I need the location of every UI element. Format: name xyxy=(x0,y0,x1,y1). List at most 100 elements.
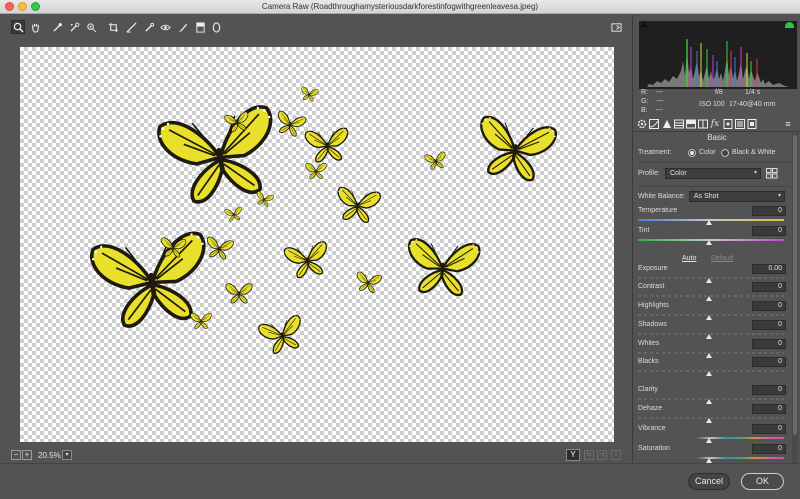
treatment-label: Treatment: xyxy=(638,149,672,156)
basic-tab-icon[interactable] xyxy=(637,119,647,129)
adjustment-brush-tool-icon[interactable] xyxy=(175,20,189,34)
image-preview[interactable] xyxy=(20,47,614,442)
profile-browser-icon[interactable] xyxy=(766,168,778,179)
snapshots-tab-icon[interactable] xyxy=(747,119,757,129)
butterfly-image xyxy=(159,236,187,261)
lens-corrections-tab-icon[interactable] xyxy=(698,119,708,129)
graduated-filter-tool-icon[interactable] xyxy=(193,20,207,34)
panel-tabs: fx ≡ xyxy=(633,116,800,132)
zoom-in-button[interactable]: + xyxy=(22,450,32,460)
camera-raw-window: Camera Raw (Roadthroughamysteriousdarkfo… xyxy=(0,0,800,499)
lens-value: 17-40@40 mm xyxy=(729,101,776,108)
divider xyxy=(638,186,796,187)
color-sampler-tool-icon[interactable] xyxy=(67,20,81,34)
butterfly-image xyxy=(190,312,212,332)
slider-value-exposure[interactable]: 0.00 xyxy=(752,264,786,274)
slider-thumb-vibrance[interactable] xyxy=(706,438,712,443)
profile-label: Profile: xyxy=(638,170,660,177)
zoom-tool-icon[interactable] xyxy=(11,20,25,34)
slider-thumb-exposure[interactable] xyxy=(706,278,712,283)
straighten-tool-icon[interactable] xyxy=(124,20,138,34)
panel-scrollbar[interactable] xyxy=(792,133,798,463)
green-readout: G: --- xyxy=(641,98,664,105)
butterfly-image xyxy=(224,206,245,225)
butterfly-image xyxy=(303,125,351,167)
slider-label-exposure: Exposure xyxy=(638,265,668,272)
treatment-bw-label: Black & White xyxy=(732,149,776,156)
auto-link[interactable]: Auto xyxy=(682,255,696,262)
presets-tab-icon[interactable] xyxy=(735,119,745,129)
panel-scrollbar-thumb[interactable] xyxy=(793,135,797,435)
targeted-adjustment-tool-icon[interactable] xyxy=(84,20,98,34)
slider-thumb-whites[interactable] xyxy=(706,353,712,358)
detail-tab-icon[interactable] xyxy=(662,119,672,129)
white-balance-select[interactable]: As Shot ▾ xyxy=(689,191,785,202)
butterfly-image xyxy=(402,234,482,302)
slider-value-whites[interactable]: 0 xyxy=(752,339,786,349)
slider-value-dehaze[interactable]: 0 xyxy=(752,404,786,414)
fullscreen-toggle-icon[interactable] xyxy=(609,20,623,34)
panel-menu-icon[interactable]: ≡ xyxy=(783,119,793,129)
tone-curve-tab-icon[interactable] xyxy=(649,119,659,129)
divider xyxy=(638,162,796,163)
slider-thumb-shadows[interactable] xyxy=(706,334,712,339)
shutter-value: 1/4 s xyxy=(745,89,761,96)
slider-value-highlights[interactable]: 0 xyxy=(752,301,786,311)
slider-value-saturation[interactable]: 0 xyxy=(752,444,786,454)
butterfly-image xyxy=(282,238,333,283)
slider-thumb-temperature[interactable] xyxy=(706,220,712,225)
treatment-color-radio[interactable] xyxy=(688,149,696,157)
slider-value-clarity[interactable]: 0 xyxy=(752,385,786,395)
red-readout: R: --- xyxy=(641,89,663,96)
slider-thumb-tint[interactable] xyxy=(706,240,712,245)
white-balance-tool-icon[interactable] xyxy=(50,20,64,34)
spot-removal-tool-icon[interactable] xyxy=(142,20,156,34)
slider-value-contrast[interactable]: 0 xyxy=(752,282,786,292)
butterfly-image xyxy=(333,184,383,228)
butterfly-image xyxy=(253,190,275,210)
split-toning-tab-icon[interactable] xyxy=(686,119,696,129)
swap-before-after-icon[interactable]: ⇆ xyxy=(584,450,594,460)
slider-label-saturation: Saturation xyxy=(638,445,670,452)
radial-filter-tool-icon[interactable] xyxy=(209,20,223,34)
slider-thumb-dehaze[interactable] xyxy=(706,418,712,423)
blue-readout: B: --- xyxy=(641,107,663,114)
preview-area xyxy=(0,40,632,448)
default-link[interactable]: Default xyxy=(711,255,733,262)
butterfly-image xyxy=(256,312,309,360)
slider-value-vibrance[interactable]: 0 xyxy=(752,424,786,434)
slider-value-temperature[interactable]: 0 xyxy=(752,206,786,216)
slider-thumb-contrast[interactable] xyxy=(706,296,712,301)
white-balance-label: White Balance: xyxy=(638,193,686,200)
cancel-button[interactable]: Cancel xyxy=(688,473,730,490)
effects-tab-icon[interactable]: fx xyxy=(710,119,720,129)
red-eye-tool-icon[interactable] xyxy=(158,20,172,34)
tool-bar xyxy=(0,15,632,40)
calibration-tab-icon[interactable] xyxy=(723,119,733,129)
hand-tool-icon[interactable] xyxy=(28,20,42,34)
treatment-bw-radio[interactable] xyxy=(721,149,729,157)
slider-thumb-blacks[interactable] xyxy=(706,371,712,376)
slider-label-dehaze: Dehaze xyxy=(638,405,663,412)
slider-value-blacks[interactable]: 0 xyxy=(752,357,786,367)
histogram xyxy=(639,21,797,89)
toggle-settings-icon[interactable]: ≡ xyxy=(611,450,621,460)
ok-button[interactable]: OK xyxy=(741,473,784,490)
crop-tool-icon[interactable] xyxy=(106,20,120,34)
slider-label-blacks: Blacks xyxy=(638,358,659,365)
dialog-footer: Cancel OK xyxy=(0,463,800,499)
iso-value: ISO 100 xyxy=(699,101,725,108)
copy-settings-icon[interactable]: ⇉ xyxy=(597,450,607,460)
slider-value-shadows[interactable]: 0 xyxy=(752,320,786,330)
status-bar: − + 20.5% ▾ Y ⇆ ⇉ ≡ xyxy=(0,448,632,463)
before-after-view-button[interactable]: Y xyxy=(566,449,580,461)
zoom-dropdown-icon[interactable]: ▾ xyxy=(62,450,72,460)
slider-thumb-clarity[interactable] xyxy=(706,399,712,404)
slider-value-tint[interactable]: 0 xyxy=(752,226,786,236)
butterfly-image xyxy=(223,110,251,136)
hsl-tab-icon[interactable] xyxy=(674,119,684,129)
slider-thumb-highlights[interactable] xyxy=(706,315,712,320)
zoom-out-button[interactable]: − xyxy=(11,450,21,460)
profile-select[interactable]: Color ▾ xyxy=(665,168,761,179)
slider-label-highlights: Highlights xyxy=(638,302,669,309)
